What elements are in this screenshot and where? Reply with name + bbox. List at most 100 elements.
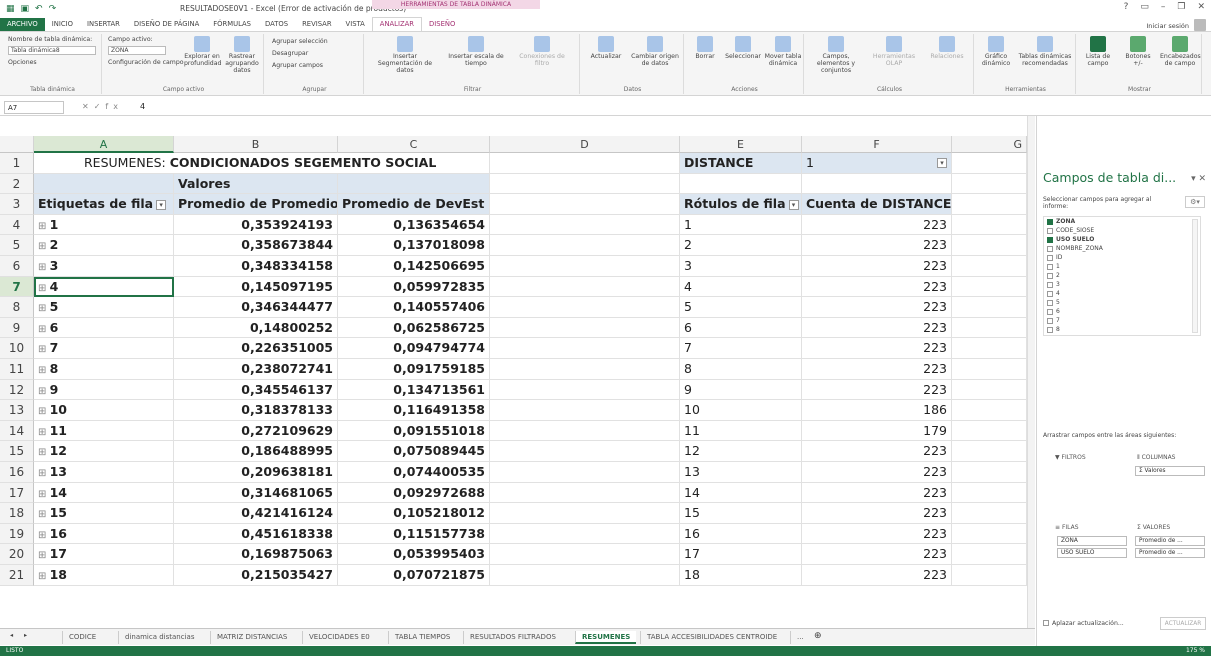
cell-e[interactable]: 17 <box>680 544 802 565</box>
cell-g[interactable] <box>952 379 1027 401</box>
sheet-nav-right-icon[interactable]: ▸ <box>24 632 27 639</box>
column-header-g[interactable]: G <box>952 136 1027 153</box>
cell-d[interactable] <box>490 503 680 524</box>
cell-f[interactable]: 223 <box>802 523 952 545</box>
cell-e[interactable]: 11 <box>680 420 802 442</box>
checkbox-icon[interactable] <box>1047 336 1053 337</box>
cell-d[interactable] <box>490 379 680 401</box>
cell-f[interactable]: 223 <box>802 256 952 277</box>
field-item[interactable]: ZONA <box>1044 217 1200 226</box>
cell-c[interactable]: 0,074400535 <box>338 462 490 483</box>
sheet-tab-accesibilidades[interactable]: TABLA ACCESIBILIDADES CENTROIDE <box>640 631 783 644</box>
pivot-header-cell[interactable]: Cuenta de DISTANCE <box>802 194 952 215</box>
cell-b[interactable]: 0,345546137 <box>174 379 338 401</box>
cell-e[interactable]: 9 <box>680 379 802 401</box>
ungroup-button[interactable]: Desagrupar <box>272 50 308 57</box>
cell-c[interactable]: 0,091759185 <box>338 359 490 380</box>
cell-g[interactable] <box>952 256 1027 277</box>
expand-icon[interactable]: ⊞ <box>38 283 50 294</box>
cell-f[interactable]: 223 <box>802 544 952 565</box>
checkbox-icon[interactable] <box>1047 281 1053 288</box>
row-header[interactable]: 13 <box>0 400 34 421</box>
add-sheet-icon[interactable]: ⊕ <box>814 631 822 641</box>
update-button[interactable]: ACTUALIZAR <box>1160 617 1206 630</box>
fields-items-button[interactable]: Campos, elementos y conjuntos <box>808 36 864 74</box>
cell-b[interactable]: 0,226351005 <box>174 338 338 359</box>
cell-f[interactable]: 223 <box>802 276 952 298</box>
drill-up-button[interactable]: Rastrear agrupando datos <box>222 36 262 74</box>
cell-g[interactable] <box>952 420 1027 442</box>
checkbox-icon[interactable] <box>1047 317 1053 324</box>
cell-b[interactable]: 0,186488995 <box>174 441 338 462</box>
row-label-cell[interactable]: ⊞ 6 <box>34 317 174 339</box>
vertical-scrollbar[interactable] <box>1027 116 1035 628</box>
expand-icon[interactable]: ⊞ <box>38 571 50 582</box>
cell-e[interactable]: 7 <box>680 338 802 359</box>
cell-f[interactable]: 223 <box>802 482 952 504</box>
values-area-item[interactable]: Promedio de ... <box>1135 536 1205 546</box>
sheet-tab-dinamica[interactable]: dinamica distancias <box>118 631 200 644</box>
cell-c[interactable]: 0,092972688 <box>338 482 490 504</box>
cell-b[interactable]: 0,353924193 <box>174 214 338 236</box>
cell-g[interactable] <box>952 400 1027 421</box>
row-label-cell[interactable]: ⊞ 8 <box>34 359 174 380</box>
pivot-header-cell[interactable]: Promedio de DevEst <box>338 194 490 215</box>
row-header[interactable]: 1 <box>0 153 34 174</box>
cell-c[interactable]: 0,134713561 <box>338 379 490 401</box>
cell-f[interactable]: 223 <box>802 503 952 524</box>
cell-g[interactable] <box>952 359 1027 380</box>
field-item[interactable]: USO SUELO <box>1044 235 1200 244</box>
cell-e[interactable]: 1 <box>680 214 802 236</box>
field-item[interactable]: 1 <box>1044 262 1200 271</box>
field-item[interactable]: 5 <box>1044 298 1200 307</box>
cell-c[interactable]: 0,091551018 <box>338 420 490 442</box>
row-label-cell[interactable]: ⊞ 13 <box>34 462 174 483</box>
cell-d[interactable] <box>490 235 680 256</box>
cell-f[interactable]: 223 <box>802 359 952 380</box>
cell-c[interactable]: 0,137018098 <box>338 235 490 256</box>
filter-dropdown-icon[interactable]: ▾ <box>156 199 167 210</box>
tab-analizar[interactable]: ANALIZAR <box>371 17 423 31</box>
cell-d[interactable] <box>490 153 680 174</box>
buttons-toggle[interactable]: Botones +/- <box>1120 36 1156 67</box>
row-label-cell[interactable]: ⊞ 2 <box>34 235 174 256</box>
move-pivot-button[interactable]: Mover tabla dinámica <box>764 36 802 67</box>
field-list-button[interactable]: Lista de campo <box>1080 36 1116 67</box>
cell-b[interactable]: 0,421416124 <box>174 503 338 524</box>
cell-b[interactable]: 0,314681065 <box>174 482 338 504</box>
tab-diseno[interactable]: DISEÑO <box>422 18 462 31</box>
row-label-cell[interactable]: ⊞ 9 <box>34 379 174 401</box>
sheet-nav-left-icon[interactable]: ◂ <box>10 632 13 639</box>
cell-f[interactable]: 186 <box>802 400 952 421</box>
cell-g[interactable] <box>952 441 1027 462</box>
cell-b[interactable]: 0,14800252 <box>174 317 338 339</box>
recommended-pivots-button[interactable]: Tablas dinámicas recomendadas <box>1016 36 1074 67</box>
expand-icon[interactable]: ⊞ <box>38 509 50 520</box>
cell-c[interactable]: 0,115157738 <box>338 523 490 545</box>
row-header[interactable]: 2 <box>0 173 34 195</box>
cell-a[interactable] <box>34 173 174 195</box>
field-item[interactable]: 6 <box>1044 307 1200 316</box>
field-headers-toggle[interactable]: Encabezados de campo <box>1160 36 1201 67</box>
cell-g[interactable] <box>952 338 1027 359</box>
cell-e[interactable] <box>680 173 802 195</box>
row-label-cell[interactable]: ⊞ 12 <box>34 441 174 462</box>
cell-d[interactable] <box>490 441 680 462</box>
relations-button[interactable]: Relaciones <box>924 36 970 60</box>
cell-g[interactable] <box>952 503 1027 524</box>
pivot-header-cell[interactable]: Rótulos de fila ▾ <box>680 194 802 215</box>
avatar[interactable] <box>1194 19 1206 31</box>
cell-g[interactable] <box>952 297 1027 318</box>
field-item[interactable]: NOMBRE_ZONA <box>1044 244 1200 253</box>
expand-icon[interactable]: ⊞ <box>38 221 50 232</box>
cell-f[interactable]: 223 <box>802 214 952 236</box>
cell-f[interactable] <box>802 173 952 195</box>
tab-insertar[interactable]: INSERTAR <box>80 18 127 31</box>
report-filter-value[interactable]: 1 ▾ <box>802 153 952 174</box>
cell-f[interactable]: 223 <box>802 565 952 586</box>
tab-revisar[interactable]: REVISAR <box>295 18 338 31</box>
row-header[interactable]: 19 <box>0 523 34 545</box>
row-header[interactable]: 21 <box>0 565 34 586</box>
cell-f[interactable]: 223 <box>802 441 952 462</box>
select-all-corner[interactable] <box>0 136 34 153</box>
